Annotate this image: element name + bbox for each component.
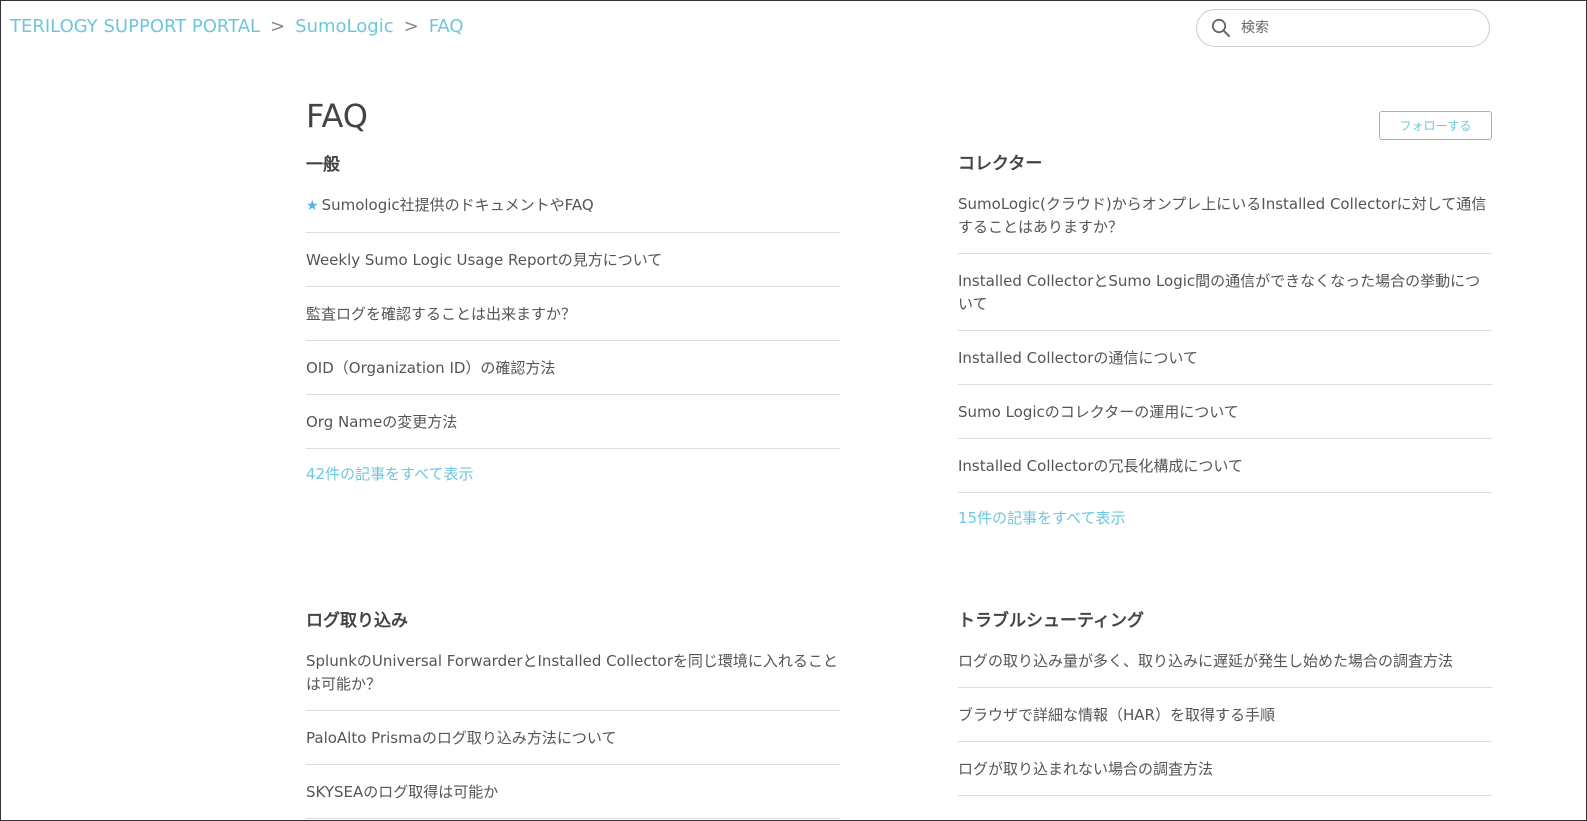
article-link[interactable]: Org Nameの変更方法 <box>306 413 457 431</box>
article-item[interactable]: ブラウザで詳細な情報（HAR）を取得する手順 <box>958 688 1492 742</box>
article-link[interactable]: 監査ログを確認することは出来ますか？ <box>306 305 576 323</box>
article-list: ログの取り込み量が多く、取り込みに遅延が発生し始めた場合の調査方法 ブラウザで詳… <box>958 632 1492 796</box>
breadcrumb-item-portal[interactable]: TERILOGY SUPPORT PORTAL <box>10 16 260 37</box>
article-link[interactable]: Weekly Sumo Logic Usage Reportの見方について <box>306 251 662 269</box>
article-link[interactable]: ログが取り込まれない場合の調査方法 <box>958 760 1213 778</box>
section-collector: コレクター SumoLogic(クラウド)からオンプレ上にいるInstalled… <box>958 153 1492 530</box>
follow-button[interactable]: フォローする <box>1379 111 1492 140</box>
section-troubleshooting: トラブルシューティング ログの取り込み量が多く、取り込みに遅延が発生し始めた場合… <box>958 610 1492 796</box>
article-item[interactable]: ログが取り込まれない場合の調査方法 <box>958 742 1492 796</box>
article-item[interactable]: SumoLogic(クラウド)からオンプレ上にいるInstalled Colle… <box>958 175 1492 254</box>
article-link[interactable]: Sumologic社提供のドキュメントやFAQ <box>322 196 594 214</box>
section-log-ingestion: ログ取り込み SplunkのUniversal ForwarderとInstal… <box>306 610 840 819</box>
article-item[interactable]: Org Nameの変更方法 <box>306 395 840 449</box>
article-link[interactable]: SKYSEAのログ取得は可能か <box>306 783 498 801</box>
breadcrumb: TERILOGY SUPPORT PORTAL > SumoLogic > FAQ <box>10 16 464 37</box>
section-title[interactable]: 一般 <box>306 154 840 176</box>
article-item[interactable]: OID（Organization ID）の確認方法 <box>306 341 840 395</box>
section-title[interactable]: トラブルシューティング <box>958 610 1492 632</box>
breadcrumb-item-faq[interactable]: FAQ <box>429 16 464 37</box>
article-link[interactable]: Installed Collectorの冗長化構成について <box>958 457 1243 475</box>
breadcrumb-separator: > <box>403 16 419 37</box>
article-item[interactable]: Weekly Sumo Logic Usage Reportの見方について <box>306 233 840 287</box>
article-link[interactable]: ブラウザで詳細な情報（HAR）を取得する手順 <box>958 706 1275 724</box>
search-icon <box>1211 18 1230 37</box>
article-link[interactable]: Installed Collectorの通信について <box>958 349 1198 367</box>
section-general: 一般 ★ Sumologic社提供のドキュメントやFAQ Weekly Sumo … <box>306 154 840 486</box>
article-list: SumoLogic(クラウド)からオンプレ上にいるInstalled Colle… <box>958 175 1492 493</box>
breadcrumb-item-sumologic[interactable]: SumoLogic <box>295 16 393 37</box>
see-all-link[interactable]: 15件の記事をすべて表示 <box>958 507 1492 530</box>
breadcrumb-separator: > <box>270 16 286 37</box>
article-link[interactable]: SplunkのUniversal ForwarderとInstalled Col… <box>306 652 838 693</box>
page-title: FAQ <box>306 97 368 135</box>
article-link[interactable]: PaloAlto Prismaのログ取り込み方法について <box>306 729 616 747</box>
article-item[interactable]: Installed Collectorの通信について <box>958 331 1492 385</box>
section-title[interactable]: ログ取り込み <box>306 610 840 632</box>
article-link[interactable]: ログの取り込み量が多く、取り込みに遅延が発生し始めた場合の調査方法 <box>958 652 1453 670</box>
article-item[interactable]: ログの取り込み量が多く、取り込みに遅延が発生し始めた場合の調査方法 <box>958 632 1492 688</box>
article-list: SplunkのUniversal ForwarderとInstalled Col… <box>306 632 840 819</box>
search-box[interactable] <box>1196 9 1490 47</box>
article-item[interactable]: ★ Sumologic社提供のドキュメントやFAQ <box>306 176 840 233</box>
article-link[interactable]: SumoLogic(クラウド)からオンプレ上にいるInstalled Colle… <box>958 195 1486 236</box>
article-item[interactable]: SplunkのUniversal ForwarderとInstalled Col… <box>306 632 840 711</box>
article-item[interactable]: Sumo Logicのコレクターの運用について <box>958 385 1492 439</box>
star-icon: ★ <box>306 198 319 214</box>
section-title[interactable]: コレクター <box>958 153 1492 175</box>
see-all-link[interactable]: 42件の記事をすべて表示 <box>306 463 840 486</box>
article-link[interactable]: Installed CollectorとSumo Logic間の通信ができなくな… <box>958 272 1480 313</box>
article-item[interactable]: SKYSEAのログ取得は可能か <box>306 765 840 819</box>
article-link[interactable]: Sumo Logicのコレクターの運用について <box>958 403 1239 421</box>
article-item[interactable]: PaloAlto Prismaのログ取り込み方法について <box>306 711 840 765</box>
article-list: ★ Sumologic社提供のドキュメントやFAQ Weekly Sumo Log… <box>306 176 840 449</box>
article-item[interactable]: Installed CollectorとSumo Logic間の通信ができなくな… <box>958 254 1492 331</box>
search-input[interactable] <box>1239 19 1473 37</box>
article-item[interactable]: 監査ログを確認することは出来ますか？ <box>306 287 840 341</box>
article-item[interactable]: Installed Collectorの冗長化構成について <box>958 439 1492 493</box>
article-link[interactable]: OID（Organization ID）の確認方法 <box>306 359 555 377</box>
